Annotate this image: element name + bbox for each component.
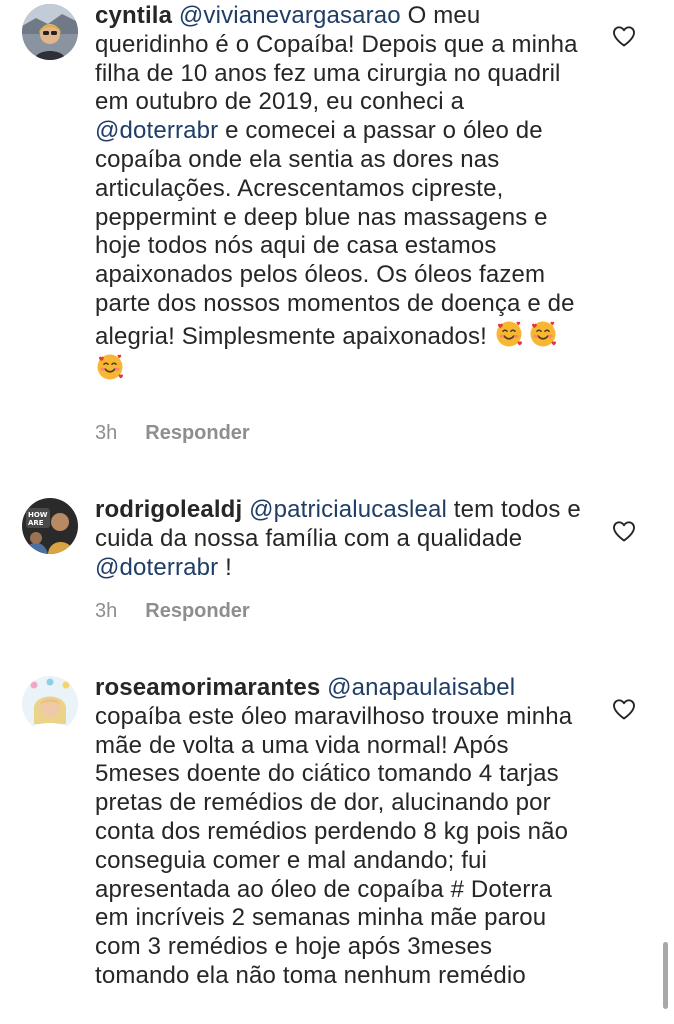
smiling-face-with-hearts-icon (528, 319, 558, 349)
avatar[interactable] (22, 4, 78, 60)
svg-text:ARE: ARE (28, 519, 44, 527)
scrollbar[interactable] (663, 942, 668, 1009)
avatar[interactable]: HOW ARE (22, 498, 78, 554)
heart-outline-icon[interactable] (612, 698, 636, 720)
heart-outline-icon[interactable] (612, 520, 636, 542)
comment-text-segment: ! (218, 553, 232, 581)
svg-text:HOW: HOW (28, 511, 48, 519)
comment-text-segment: copaíba este óleo maravilhoso trouxe min… (95, 702, 573, 989)
comment-mention[interactable]: @vivianevargasarao (179, 2, 401, 29)
comment-username[interactable]: rodrigolealdj (95, 496, 242, 523)
comment-mention[interactable]: @doterrabr (95, 117, 218, 144)
comment-mention[interactable]: @anapaulaisabel (327, 674, 515, 701)
comment-text: cyntila @vivianevargasarao O meu queridi… (95, 2, 585, 384)
comment-username[interactable]: cyntila (95, 2, 172, 29)
comment-mention[interactable]: @patricialucasleal (249, 496, 447, 523)
smiling-face-with-hearts-icon (95, 352, 125, 382)
comment-text: rodrigolealdj @patricialucasleal tem tod… (95, 496, 585, 582)
comment-username[interactable]: roseamorimarantes (95, 674, 320, 701)
comment-text-segment: e comecei a passar o óleo de copaíba ond… (95, 117, 575, 350)
comment-text: roseamorimarantes @anapaulaisabel copaíb… (95, 674, 585, 991)
smiling-face-with-hearts-icon (494, 319, 524, 349)
reply-button[interactable]: Responder (145, 422, 249, 445)
reply-button[interactable]: Responder (145, 600, 249, 623)
comment-timestamp: 3h (95, 600, 118, 622)
avatar[interactable] (22, 676, 78, 732)
heart-outline-icon[interactable] (612, 25, 636, 47)
comment-mention[interactable]: @doterrabr (95, 554, 218, 581)
comment-timestamp: 3h (95, 422, 118, 444)
